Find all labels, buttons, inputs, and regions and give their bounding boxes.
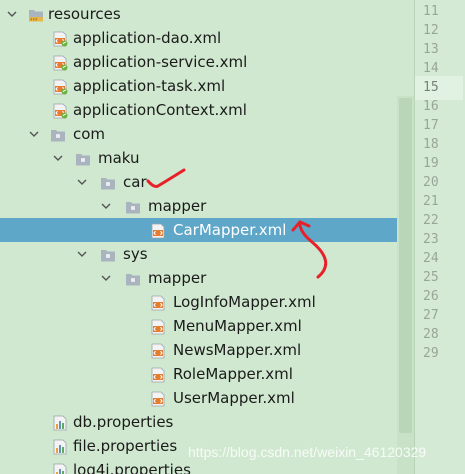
chevron-down-icon[interactable] — [100, 194, 112, 218]
tree-item-sys-mapper[interactable]: mapper — [0, 266, 414, 290]
tree-item-menumapper-xml[interactable]: MenuMapper.xml — [0, 314, 414, 338]
tree-item-application-dao[interactable]: application-dao.xml — [0, 26, 414, 50]
chevron-down-icon[interactable] — [52, 146, 64, 170]
tree-item-label: application-task.xml — [73, 77, 226, 95]
tree-item-db-properties[interactable]: db.properties — [0, 410, 414, 434]
tree-item-label: mapper — [148, 269, 207, 287]
xml-file-icon — [150, 294, 166, 311]
tree-item-car-mapper[interactable]: mapper — [0, 194, 414, 218]
spring-xml-file-icon — [52, 102, 68, 119]
chevron-down-icon[interactable] — [76, 242, 88, 266]
tree-item-label: application-service.xml — [73, 53, 248, 71]
package-folder-icon — [125, 270, 141, 286]
tree-item-label: RoleMapper.xml — [173, 365, 293, 383]
tree-item-label: file.properties — [73, 437, 178, 455]
tree-item-application-task[interactable]: application-task.xml — [0, 74, 414, 98]
tree-item-com[interactable]: com — [0, 122, 414, 146]
xml-file-icon — [150, 318, 166, 335]
tree-item-application-context[interactable]: applicationContext.xml — [0, 98, 414, 122]
tree-item-log4j-properties[interactable]: log4j.properties — [0, 458, 414, 474]
tree-item-label: log4j.properties — [73, 461, 191, 474]
tree-item-carmapper-xml[interactable]: CarMapper.xml — [0, 218, 414, 242]
tree-item-resources[interactable]: resources — [0, 2, 414, 26]
chevron-down-icon[interactable] — [28, 122, 40, 146]
xml-file-icon — [150, 222, 166, 239]
tree-item-label: UserMapper.xml — [173, 389, 295, 407]
spring-xml-file-icon — [52, 30, 68, 47]
properties-file-icon — [52, 438, 68, 455]
chevron-down-icon[interactable] — [6, 2, 18, 26]
tree-item-label: resources — [48, 5, 121, 23]
xml-file-icon — [150, 342, 166, 359]
tree-item-loginfomapper-xml[interactable]: LogInfoMapper.xml — [0, 290, 414, 314]
package-folder-icon — [100, 246, 116, 262]
xml-file-icon — [150, 366, 166, 383]
tree-item-label: MenuMapper.xml — [173, 317, 302, 335]
editor-line-gutter: 11 12 13 14 15 16 17 18 19 20 21 22 23 2… — [414, 0, 465, 474]
package-folder-icon — [125, 198, 141, 214]
tree-item-maku[interactable]: maku — [0, 146, 414, 170]
resources-folder-icon — [28, 6, 44, 22]
tree-item-label: car — [123, 173, 147, 191]
tree-item-label: sys — [123, 245, 148, 263]
tree-item-car[interactable]: car — [0, 170, 414, 194]
tree-item-label: CarMapper.xml — [173, 221, 287, 239]
tree-item-rolemapper-xml[interactable]: RoleMapper.xml — [0, 362, 414, 386]
xml-file-icon — [150, 390, 166, 407]
spring-xml-file-icon — [52, 54, 68, 71]
line-number: 29 — [423, 346, 439, 361]
package-folder-icon — [75, 150, 91, 166]
tree-item-label: LogInfoMapper.xml — [173, 293, 316, 311]
tree-item-usermapper-xml[interactable]: UserMapper.xml — [0, 386, 414, 410]
tree-item-label: com — [73, 125, 106, 143]
tree-item-newsmapper-xml[interactable]: NewsMapper.xml — [0, 338, 414, 362]
package-folder-icon — [50, 126, 66, 142]
spring-xml-file-icon — [52, 78, 68, 95]
vertical-scrollbar-thumb[interactable] — [399, 98, 412, 433]
tree-item-sys[interactable]: sys — [0, 242, 414, 266]
tree-item-application-service[interactable]: application-service.xml — [0, 50, 414, 74]
project-tree-panel: resources application-dao.xml applicatio… — [0, 0, 414, 474]
tree-item-label: application-dao.xml — [73, 29, 222, 47]
chevron-down-icon[interactable] — [76, 170, 88, 194]
watermark-text: https://blog.csdn.net/weixin_46120329 — [188, 444, 427, 460]
tree-item-label: NewsMapper.xml — [173, 341, 302, 359]
properties-file-icon — [52, 462, 68, 474]
tree-item-label: applicationContext.xml — [73, 101, 247, 119]
tree-item-label: db.properties — [73, 413, 174, 431]
properties-file-icon — [52, 414, 68, 431]
chevron-down-icon[interactable] — [100, 266, 112, 290]
package-folder-icon — [100, 174, 116, 190]
tree-item-label: maku — [98, 149, 140, 167]
tree-item-label: mapper — [148, 197, 207, 215]
